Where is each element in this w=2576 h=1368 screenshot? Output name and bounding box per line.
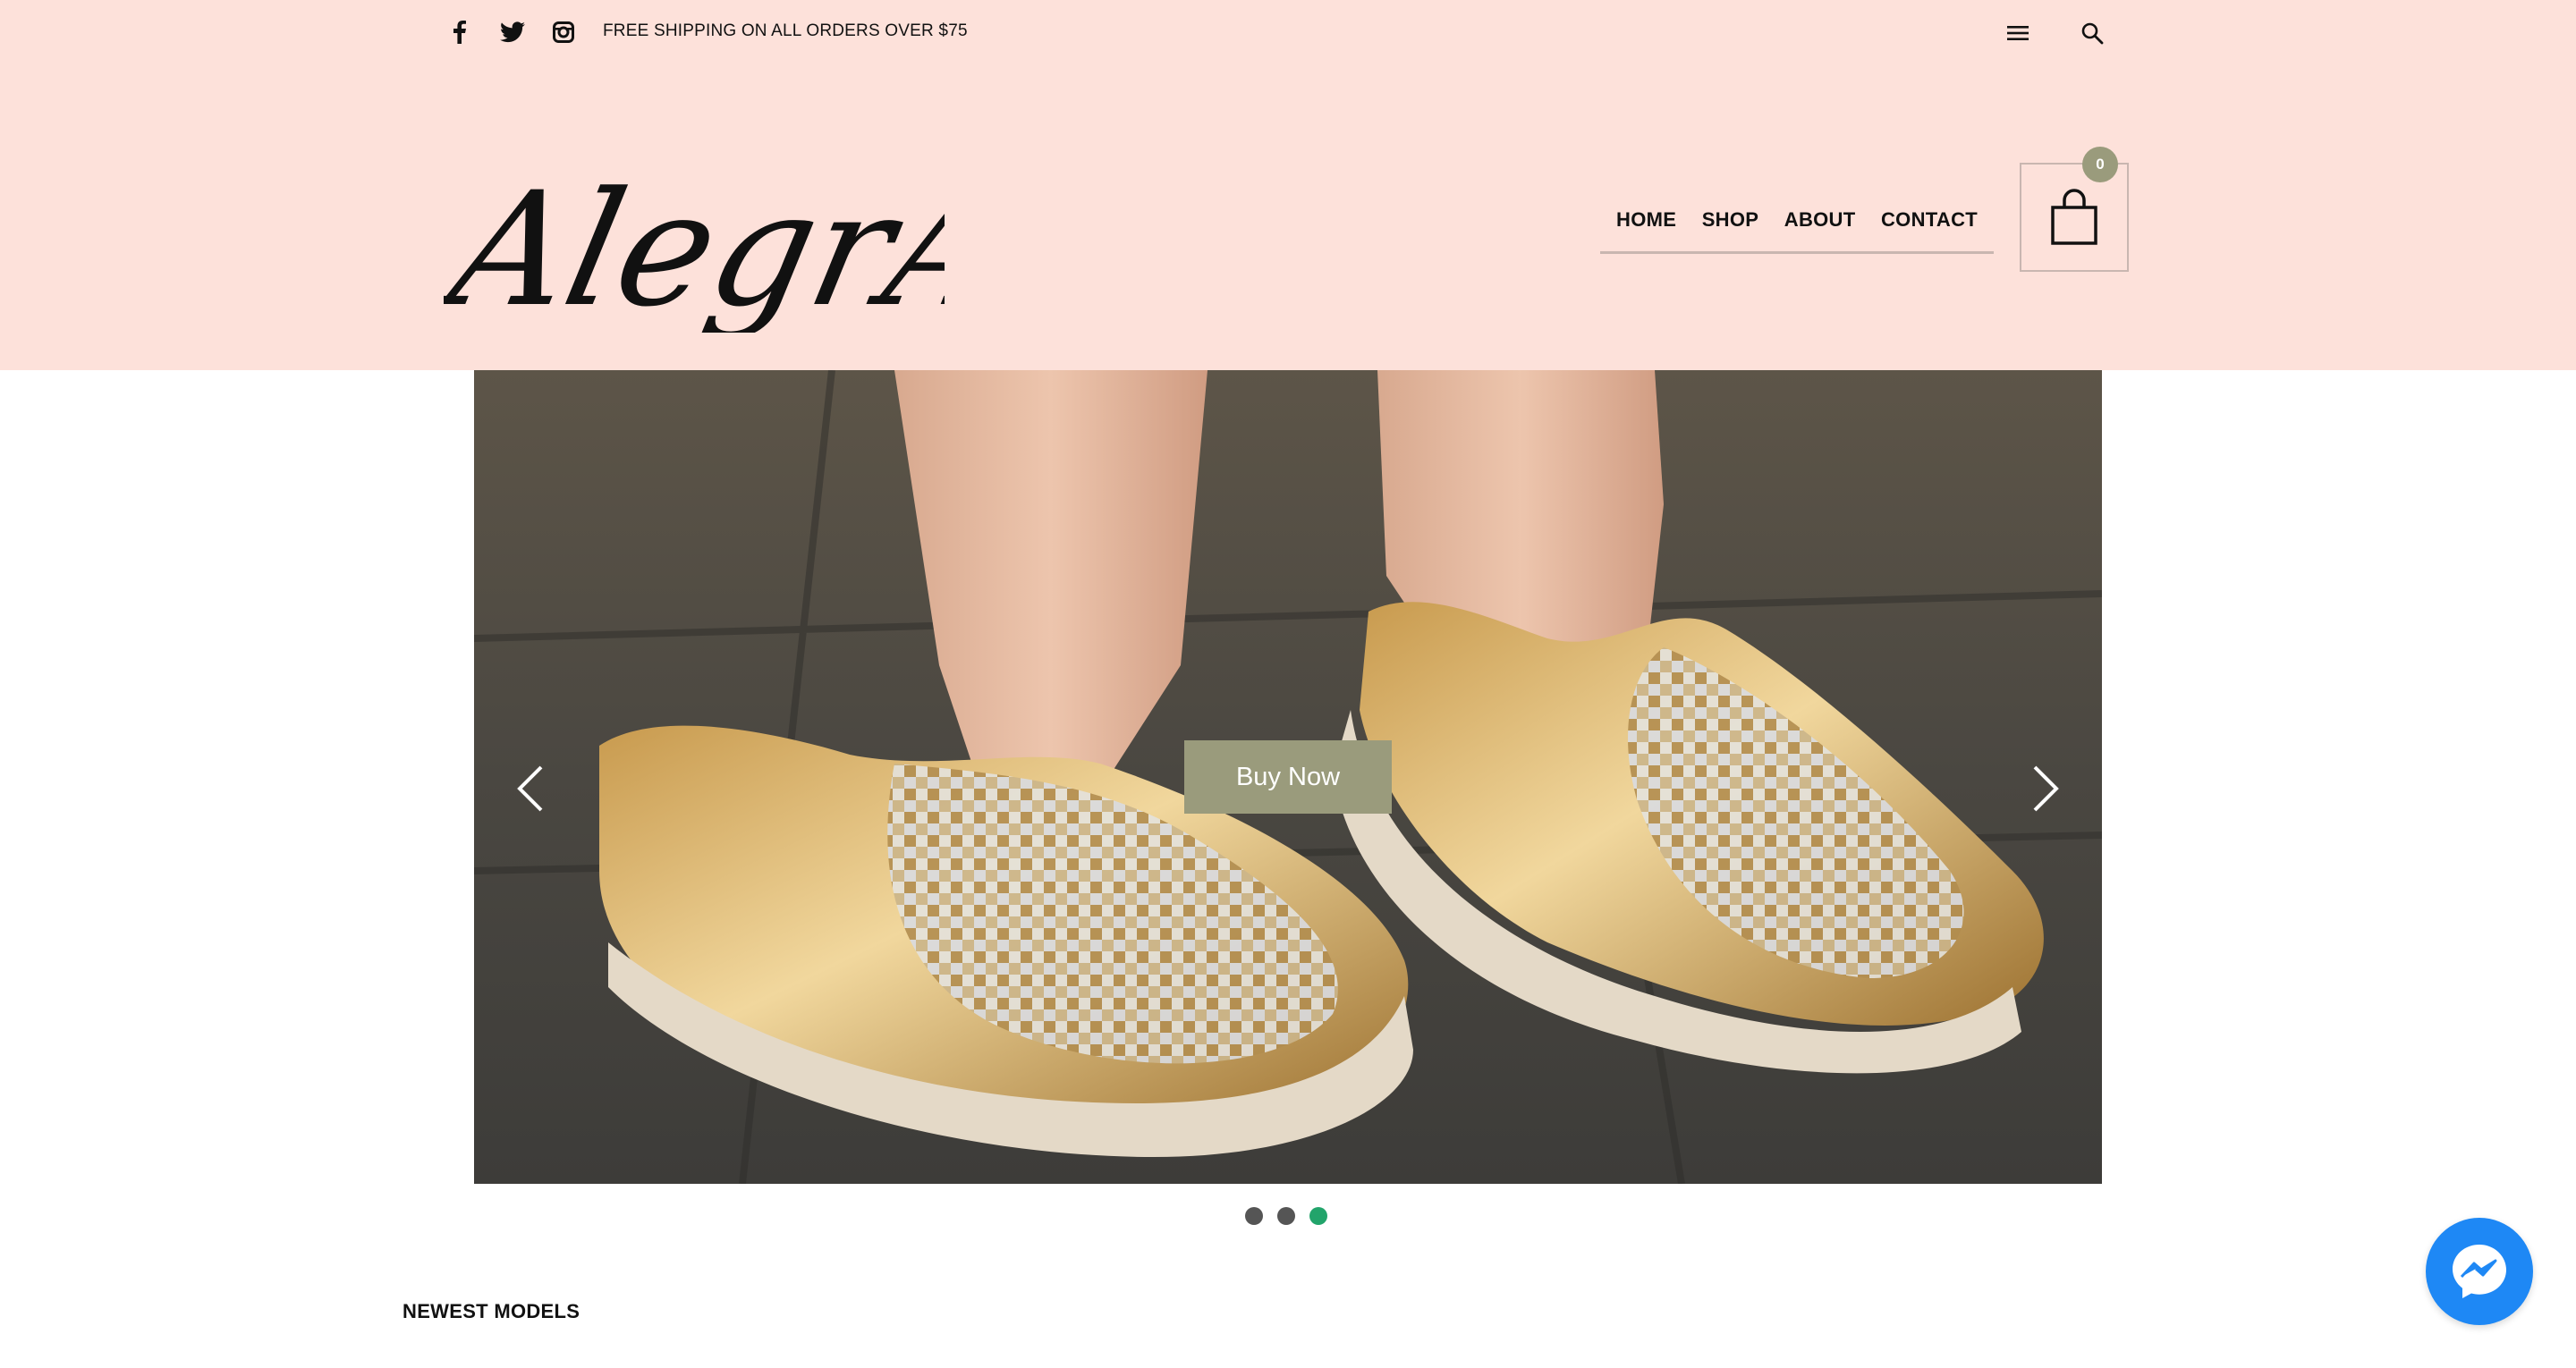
nav-item-shop[interactable]: SHOP xyxy=(1702,202,1759,251)
slider-pagination xyxy=(1245,1207,1327,1225)
nav-item-contact[interactable]: CONTACT xyxy=(1881,202,1978,251)
messenger-icon xyxy=(2453,1245,2506,1298)
cart-count-badge: 0 xyxy=(2082,147,2118,182)
slider-dot[interactable] xyxy=(1277,1207,1295,1225)
instagram-icon[interactable] xyxy=(551,20,576,45)
slider-next-button[interactable] xyxy=(2020,753,2073,824)
site-header: FREE SHIPPING ON ALL ORDERS OVER $75 Ale… xyxy=(0,0,2576,370)
facebook-icon[interactable] xyxy=(447,20,472,45)
nav-item-about[interactable]: ABOUT xyxy=(1784,202,1856,251)
site-logo[interactable]: AlegrArte xyxy=(425,100,1255,342)
free-shipping-banner: FREE SHIPPING ON ALL ORDERS OVER $75 xyxy=(603,21,968,40)
slider-dot[interactable] xyxy=(1245,1207,1263,1225)
search-icon[interactable] xyxy=(2079,20,2106,46)
newest-models-heading: NEWEST MODELS xyxy=(402,1300,580,1322)
nav-item-home[interactable]: HOME xyxy=(1616,202,1676,251)
cart-button[interactable] xyxy=(2020,163,2129,272)
menu-icon[interactable] xyxy=(2004,20,2031,46)
top-bar: FREE SHIPPING ON ALL ORDERS OVER $75 xyxy=(0,0,2576,64)
chevron-left-icon xyxy=(517,765,543,812)
buy-now-button[interactable]: Buy Now xyxy=(1184,740,1392,814)
slider-prev-button[interactable] xyxy=(503,753,556,824)
logo-text: AlegrArte xyxy=(444,158,945,333)
main-nav: HOME SHOP ABOUT CONTACT xyxy=(1600,202,1994,254)
twitter-icon[interactable] xyxy=(499,20,526,45)
chevron-right-icon xyxy=(2033,765,2059,812)
slider-dot-active[interactable] xyxy=(1309,1207,1327,1225)
hero-slider: Buy Now xyxy=(474,370,2102,1184)
messenger-chat-button[interactable] xyxy=(2426,1218,2533,1325)
shopping-bag-icon xyxy=(2051,189,2097,245)
